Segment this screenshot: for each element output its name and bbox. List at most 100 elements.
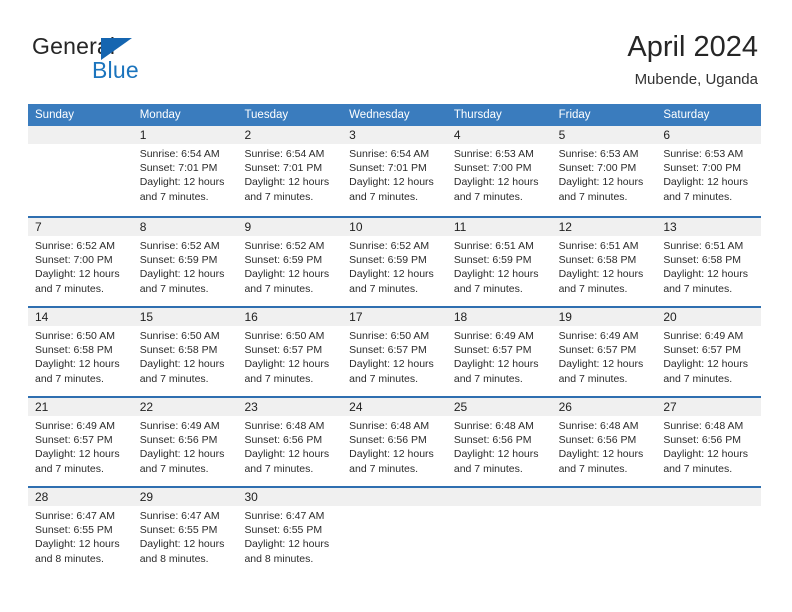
calendar-day-cell[interactable]: 28 Sunrise: 6:47 AM Sunset: 6:55 PM Dayligh…: [28, 488, 133, 576]
day-detail-line: Daylight: 12 hours: [244, 268, 330, 281]
day-details: Sunrise: 6:47 AM Sunset: 6:55 PM Daylight:…: [133, 506, 238, 566]
calendar-day-cell[interactable]: 4 Sunrise: 6:53 AM Sunset: 7:00 PM Daylight…: [446, 126, 552, 216]
day-detail-line: and 7 minutes.: [244, 372, 314, 385]
day-number-band: 27: [656, 398, 762, 416]
day-number-band: 4: [446, 126, 552, 144]
weekday-header-sunday: Sunday: [35, 109, 75, 121]
calendar-day-cell[interactable]: 19 Sunrise: 6:49 AM Sunset: 6:57 PM Dayligh…: [551, 308, 657, 396]
calendar-week-row: 28 Sunrise: 6:47 AM Sunset: 6:55 PM Dayligh…: [28, 486, 762, 576]
day-details: Sunrise: 6:52 AM Sunset: 7:00 PM Daylight:…: [28, 236, 133, 296]
calendar-day-cell[interactable]: 13 Sunrise: 6:51 AM Sunset: 6:58 PM Dayligh…: [656, 218, 762, 306]
day-detail-line: Sunset: 6:57 PM: [349, 344, 427, 357]
day-number: 26: [558, 400, 572, 414]
calendar-day-cell[interactable]: 29 Sunrise: 6:47 AM Sunset: 6:55 PM Dayligh…: [132, 488, 238, 576]
weekday-header-tuesday: Tuesday: [244, 109, 289, 121]
generalblue-logo[interactable]: General Blue: [32, 33, 232, 91]
calendar-day-cell[interactable]: 21 Sunrise: 6:49 AM Sunset: 6:57 PM Dayligh…: [28, 398, 133, 486]
day-detail-line: and 7 minutes.: [453, 190, 523, 203]
day-detail-line: Daylight: 12 hours: [244, 176, 330, 189]
day-number-band: 30: [237, 488, 343, 506]
calendar-day-cell[interactable]: 15 Sunrise: 6:50 AM Sunset: 6:58 PM Dayligh…: [132, 308, 238, 396]
day-detail-line: Daylight: 12 hours: [453, 358, 539, 371]
calendar-day-cell[interactable]: 18 Sunrise: 6:49 AM Sunset: 6:57 PM Dayligh…: [446, 308, 552, 396]
day-detail-line: Sunrise: 6:47 AM: [139, 510, 220, 522]
day-number: 6: [663, 128, 670, 142]
day-detail-line: Sunrise: 6:52 AM: [139, 240, 220, 252]
day-detail-line: Sunset: 6:57 PM: [244, 344, 323, 357]
calendar-day-cell[interactable]: 11 Sunrise: 6:51 AM Sunset: 6:59 PM Dayligh…: [446, 218, 552, 306]
calendar-week-row: 7 Sunrise: 6:52 AM Sunset: 7:00 PM Daylight…: [28, 216, 762, 306]
day-detail-line: Daylight: 12 hours: [558, 268, 644, 281]
day-detail-line: Sunset: 6:57 PM: [453, 344, 532, 357]
day-number: 28: [35, 490, 49, 504]
day-detail-line: Sunrise: 6:51 AM: [558, 240, 639, 252]
calendar-day-cell[interactable]: 20 Sunrise: 6:49 AM Sunset: 6:57 PM Dayligh…: [656, 308, 762, 396]
day-details: Sunrise: 6:50 AM Sunset: 6:57 PM Daylight:…: [342, 326, 447, 386]
day-detail-line: and 7 minutes.: [244, 190, 314, 203]
calendar-day-cell[interactable]: 9 Sunrise: 6:52 AM Sunset: 6:59 PM Daylight…: [237, 218, 343, 306]
day-detail-line: and 7 minutes.: [663, 462, 733, 475]
day-number: 11: [453, 220, 467, 234]
calendar-day-cell-empty: [551, 488, 657, 576]
calendar-day-cell[interactable]: 26 Sunrise: 6:48 AM Sunset: 6:56 PM Dayligh…: [551, 398, 657, 486]
calendar-day-cell[interactable]: 12 Sunrise: 6:51 AM Sunset: 6:58 PM Dayligh…: [551, 218, 657, 306]
day-number-band: 13: [656, 218, 762, 236]
day-number-band: 16: [237, 308, 343, 326]
calendar-day-cell[interactable]: 6 Sunrise: 6:53 AM Sunset: 7:00 PM Daylight…: [656, 126, 762, 216]
calendar-day-cell[interactable]: 5 Sunrise: 6:53 AM Sunset: 7:00 PM Daylight…: [551, 126, 657, 216]
day-detail-line: and 7 minutes.: [139, 190, 209, 203]
day-detail-line: Sunrise: 6:49 AM: [453, 330, 534, 342]
day-number: 23: [244, 400, 258, 414]
day-detail-line: Sunrise: 6:50 AM: [349, 330, 430, 342]
calendar-day-cell-empty: [446, 488, 552, 576]
calendar-day-cell[interactable]: 14 Sunrise: 6:50 AM Sunset: 6:58 PM Dayligh…: [28, 308, 133, 396]
day-detail-line: Daylight: 12 hours: [139, 448, 225, 461]
day-number-band: [551, 488, 657, 506]
day-detail-line: Sunrise: 6:48 AM: [558, 420, 639, 432]
page-title: April 2024: [627, 31, 758, 63]
day-number: 15: [139, 310, 154, 324]
calendar-day-cell[interactable]: 30 Sunrise: 6:47 AM Sunset: 6:55 PM Dayligh…: [237, 488, 343, 576]
day-details: Sunrise: 6:49 AM Sunset: 6:57 PM Daylight:…: [447, 326, 552, 386]
calendar-day-cell[interactable]: 27 Sunrise: 6:48 AM Sunset: 6:56 PM Dayligh…: [656, 398, 762, 486]
day-detail-line: Daylight: 12 hours: [35, 358, 120, 371]
calendar-day-cell[interactable]: 16 Sunrise: 6:50 AM Sunset: 6:57 PM Dayligh…: [237, 308, 343, 396]
calendar-day-cell[interactable]: 23 Sunrise: 6:48 AM Sunset: 6:56 PM Dayligh…: [237, 398, 343, 486]
day-number-band: 11: [446, 218, 552, 236]
calendar-day-cell[interactable]: 24 Sunrise: 6:48 AM Sunset: 6:56 PM Dayligh…: [342, 398, 447, 486]
day-number-band: 5: [551, 126, 657, 144]
calendar-day-cell[interactable]: 1 Sunrise: 6:54 AM Sunset: 7:01 PM Daylight…: [132, 126, 238, 216]
calendar-day-cell[interactable]: 17 Sunrise: 6:50 AM Sunset: 6:57 PM Dayligh…: [342, 308, 447, 396]
day-detail-line: Sunset: 6:56 PM: [663, 434, 741, 447]
calendar-day-cell[interactable]: 8 Sunrise: 6:52 AM Sunset: 6:59 PM Daylight…: [132, 218, 238, 306]
day-detail-line: and 8 minutes.: [139, 552, 209, 565]
day-detail-line: Sunset: 6:59 PM: [349, 254, 427, 267]
day-detail-line: and 7 minutes.: [244, 462, 314, 475]
day-details: Sunrise: 6:47 AM Sunset: 6:55 PM Daylight:…: [237, 506, 342, 566]
calendar-day-cell[interactable]: 22 Sunrise: 6:49 AM Sunset: 6:56 PM Dayligh…: [132, 398, 238, 486]
calendar-day-cell[interactable]: 10 Sunrise: 6:52 AM Sunset: 6:59 PM Dayligh…: [342, 218, 447, 306]
day-number: 3: [349, 128, 356, 142]
day-detail-line: Daylight: 12 hours: [453, 448, 539, 461]
day-number: 30: [244, 490, 258, 504]
calendar-day-cell[interactable]: 25 Sunrise: 6:48 AM Sunset: 6:56 PM Dayligh…: [446, 398, 552, 486]
day-detail-line: and 7 minutes.: [139, 372, 209, 385]
calendar-day-cell[interactable]: 7 Sunrise: 6:52 AM Sunset: 7:00 PM Daylight…: [28, 218, 133, 306]
day-number-band: [28, 126, 133, 144]
day-number: 19: [558, 310, 572, 324]
day-detail-line: and 7 minutes.: [349, 282, 419, 295]
day-number-band: [342, 488, 447, 506]
calendar-day-cell[interactable]: 2 Sunrise: 6:54 AM Sunset: 7:01 PM Daylight…: [237, 126, 343, 216]
day-details: Sunrise: 6:48 AM Sunset: 6:56 PM Daylight:…: [447, 416, 552, 476]
day-number: 5: [558, 128, 566, 142]
day-detail-line: Sunrise: 6:50 AM: [244, 330, 325, 342]
calendar-day-cell[interactable]: 3 Sunrise: 6:54 AM Sunset: 7:01 PM Daylight…: [342, 126, 447, 216]
weekday-header-monday: Monday: [139, 109, 181, 121]
day-detail-line: Sunrise: 6:50 AM: [35, 330, 115, 342]
logo-text-blue: Blue: [92, 57, 139, 83]
day-detail-line: and 7 minutes.: [453, 372, 523, 385]
day-detail-line: Sunset: 6:56 PM: [244, 434, 323, 447]
day-number-band: 9: [237, 218, 343, 236]
day-number: 17: [349, 310, 363, 324]
day-detail-line: and 7 minutes.: [139, 282, 209, 295]
